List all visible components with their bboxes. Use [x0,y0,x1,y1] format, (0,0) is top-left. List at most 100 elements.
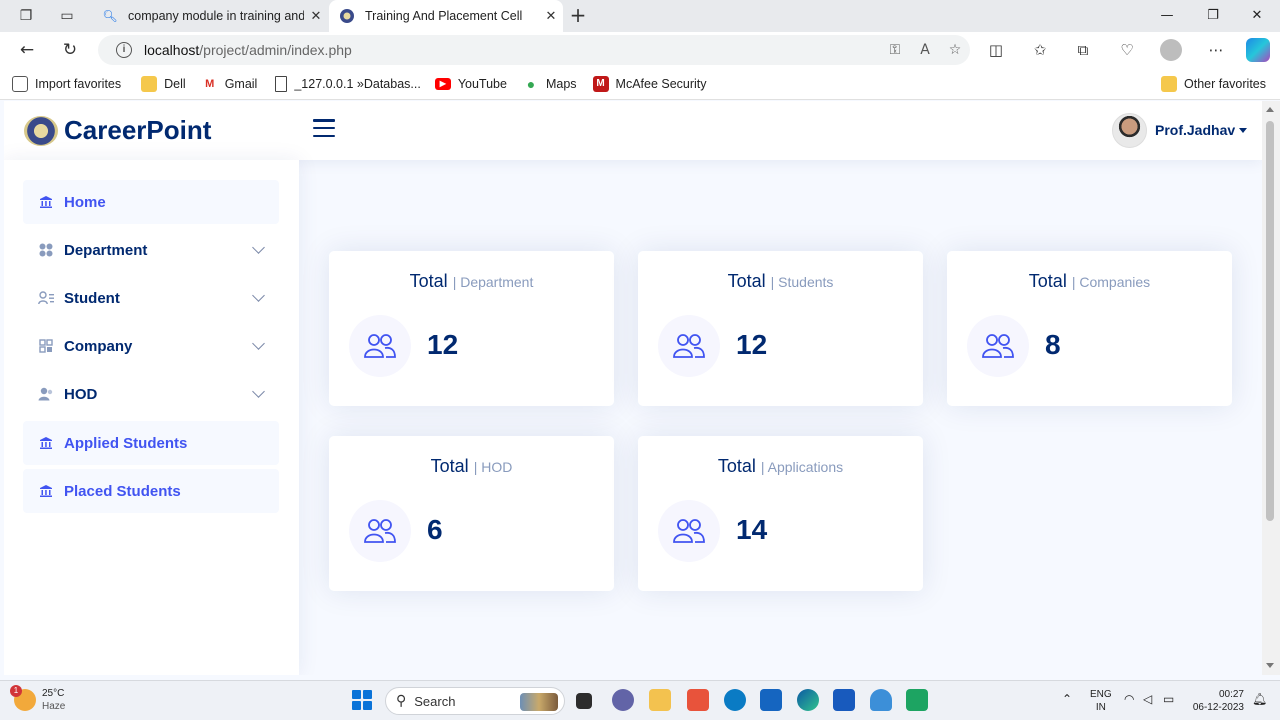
card-title: Total | Department [409,271,534,291]
refresh-icon[interactable]: ↻ [58,38,82,62]
tab-training-placement[interactable]: Training And Placement Cell ✕ [329,0,563,32]
fav-gmail[interactable]: M Gmail [202,76,257,92]
favorite-star-icon[interactable]: ☆ [940,42,970,58]
caret-down-icon[interactable] [1239,128,1247,133]
notification-bell-icon[interactable]: 🔔︎ [1252,693,1267,706]
task-view-icon[interactable] [576,693,592,709]
sidebar-item-student[interactable]: Student [23,276,279,320]
fav-maps[interactable]: ● Maps [523,76,577,92]
fav-label: Other favorites [1184,76,1266,91]
split-screen-icon[interactable]: ◫ [984,38,1008,62]
key-icon[interactable]: ⚿ [880,42,910,58]
sidebar-item-placed-students[interactable]: Placed Students [23,469,279,513]
fav-label: _127.0.0.1 »Databas... [294,76,421,91]
chevron-down-icon[interactable] [252,385,265,398]
collections-icon[interactable]: ⧉ [1071,38,1095,62]
card-total-hod: Total | HOD 6 [329,436,614,591]
volume-icon[interactable]: ◁ [1143,693,1152,706]
profile-icon[interactable] [1160,39,1182,61]
chevron-up-icon[interactable]: ⌃ [1062,693,1072,706]
person-icon [38,386,54,402]
clock-date: 06-12-2023 [1192,702,1244,713]
card-value: 6 [427,514,443,545]
read-aloud-icon[interactable]: A [910,42,940,58]
search-highlight-icon [520,693,558,711]
back-arrow-icon[interactable]: ← [15,38,39,62]
battery-icon[interactable]: ▭ [1163,693,1174,706]
copilot-icon[interactable] [1246,38,1270,62]
college-logo-icon [339,8,355,24]
chevron-down-icon[interactable] [252,337,265,350]
teams-chat-icon[interactable] [612,689,634,711]
search-icon: ⚲ [396,693,407,709]
office-icon[interactable] [687,689,709,711]
favorites-bar: Import favorites Dell M Gmail _127.0.0.1… [0,68,1280,100]
url-text[interactable]: localhost/project/admin/index.php [144,42,880,58]
chevron-down-icon[interactable] [252,289,265,302]
browser-essentials-icon[interactable]: ♡ [1115,38,1139,62]
fav-youtube[interactable]: ▶ YouTube [434,77,507,91]
building-icon [38,338,54,354]
info-icon[interactable]: i [116,42,132,58]
sidebar-item-home[interactable]: Home [23,180,279,224]
bank-icon [38,483,54,499]
app-icon[interactable] [906,689,928,711]
more-menu-icon[interactable]: ⋯ [1204,38,1228,62]
page-scrollbar[interactable] [1262,101,1280,675]
maximize-icon[interactable]: ❐ [1190,0,1236,32]
scrollbar-thumb[interactable] [1266,121,1274,521]
browser-toolbar: ← ↻ i localhost/project/admin/index.php … [0,32,1280,68]
sidebar-item-label: Student [64,289,120,307]
sidebar-item-label: Applied Students [64,434,188,452]
fav-mcafee[interactable]: M McAfee Security [592,75,707,92]
weather-desc: Haze [42,701,66,712]
clock-time: 00:27 [1218,689,1244,700]
user-name[interactable]: Prof.Jadhav [1155,122,1235,138]
clock[interactable]: 00:27 06-12-2023 [1192,688,1244,714]
scroll-down-icon[interactable] [1266,663,1274,668]
close-icon[interactable]: ✕ [539,9,563,24]
chevron-down-icon[interactable] [252,241,265,254]
card-title: Total | HOD [430,456,513,476]
store-icon[interactable] [760,689,782,711]
fav-dell[interactable]: Dell [141,75,186,92]
tab-actions-icon[interactable]: ▭ [59,8,75,24]
onedrive-icon[interactable] [870,689,892,711]
sidebar-item-applied-students[interactable]: Applied Students [23,421,279,465]
weather-widget[interactable]: 1 25°C Haze [10,685,66,713]
tab-company-module[interactable]: 🔍︎ company module in training and ✕ [92,0,328,32]
language-indicator[interactable]: ENG IN [1090,688,1112,714]
college-logo-icon[interactable] [24,116,58,146]
fav-database[interactable]: _127.0.0.1 »Databas... [275,75,421,92]
brand-logo-text[interactable]: CareerPoint [64,115,211,146]
sidebar-item-department[interactable]: Department [23,228,279,272]
card-value: 14 [736,514,768,545]
edge-icon[interactable] [797,689,819,711]
sidebar-item-company[interactable]: Company [23,324,279,368]
workspaces-icon[interactable]: ❐ [18,8,34,24]
taskbar-search-label: Search [414,693,456,709]
sidebar-item-hod[interactable]: HOD [23,372,279,416]
card-title: Total | Companies [1028,271,1151,291]
window-close-icon[interactable]: ✕ [1234,0,1280,32]
favorites-icon[interactable]: ✩ [1028,38,1052,62]
page-viewport: CareerPoint Prof.Jadhav Home Department … [4,101,1262,675]
scroll-up-icon[interactable] [1266,107,1274,112]
fav-other-favorites[interactable]: Other favorites [1161,75,1266,92]
dell-icon[interactable] [724,689,746,711]
close-icon[interactable]: ✕ [304,9,328,24]
hamburger-menu-icon[interactable] [313,119,335,137]
grid-icon [38,242,54,258]
fav-import[interactable]: Import favorites [12,75,121,92]
file-explorer-icon[interactable] [649,689,671,711]
new-tab-icon[interactable]: + [566,4,590,28]
sidebar: Home Department Student Company HOD Appl… [4,160,299,675]
taskbar-search[interactable]: ⚲ Search [385,687,565,715]
fav-label: Maps [545,76,577,91]
address-bar[interactable]: i localhost/project/admin/index.php ⚿ A … [98,35,970,65]
word-icon[interactable] [833,689,855,711]
wifi-icon[interactable]: ◠ [1124,693,1134,706]
windows-start-icon[interactable] [352,690,372,710]
minimize-icon[interactable]: — [1144,0,1190,32]
avatar[interactable] [1112,113,1147,148]
